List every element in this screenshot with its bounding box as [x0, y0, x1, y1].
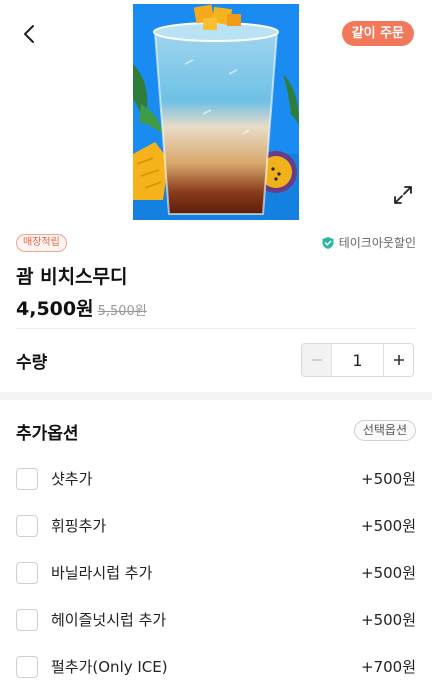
option-name: 펄추가(Only ICE): [51, 658, 168, 676]
quantity-value: 1: [352, 350, 363, 370]
decrease-quantity-button[interactable]: [302, 344, 332, 376]
increase-quantity-button[interactable]: [383, 344, 413, 376]
quantity-label: 수량: [16, 353, 48, 373]
shield-check-icon: [322, 237, 334, 249]
divider: [16, 328, 416, 329]
product-image: [133, 4, 299, 220]
option-checkbox[interactable]: [16, 608, 38, 631]
price-row: 4,500원 5,500원: [16, 294, 147, 321]
options-list: 샷추가 +500원 휘핑추가 +500원 바닐라시럽 추가 +500원 헤이즐넛…: [16, 455, 416, 690]
option-price: +500원: [361, 564, 416, 582]
sale-price: 4,500원: [16, 298, 94, 320]
option-name: 바닐라시럽 추가: [51, 564, 153, 582]
option-checkbox[interactable]: [16, 561, 38, 584]
product-hero: 같이 주문: [0, 0, 432, 220]
list-item[interactable]: 샷추가 +500원: [16, 455, 416, 502]
list-item[interactable]: 바닐라시럽 추가 +500원: [16, 549, 416, 596]
expand-image-button[interactable]: [392, 184, 414, 206]
option-name: 샷추가: [51, 470, 93, 488]
chevron-left-icon: [24, 25, 34, 43]
list-item[interactable]: 휘핑추가 +500원: [16, 502, 416, 549]
takeout-discount-label: 테이크아웃할인: [338, 236, 416, 250]
section-divider: [0, 392, 432, 400]
options-title: 추가옵션: [16, 424, 79, 444]
product-title: 괌 비치스무디: [16, 266, 128, 288]
takeout-discount-badge: 테이크아웃할인: [321, 234, 416, 252]
optional-badge: 선택옵션: [353, 420, 416, 441]
option-price: +500원: [361, 611, 416, 629]
expand-icon: [394, 186, 412, 204]
option-checkbox[interactable]: [16, 655, 38, 678]
store-reward-badge: 매장적립: [16, 234, 67, 252]
minus-icon: [311, 359, 322, 361]
option-price: +500원: [361, 470, 416, 488]
option-name: 휘핑추가: [51, 517, 107, 535]
plus-icon: [393, 355, 404, 365]
back-button[interactable]: [18, 22, 42, 46]
quantity-stepper: 1: [301, 343, 414, 377]
option-checkbox[interactable]: [16, 514, 38, 537]
option-name: 헤이즐넛시럽 추가: [51, 611, 167, 629]
product-badges: 매장적립 테이크아웃할인: [16, 232, 416, 254]
option-price: +700원: [361, 658, 416, 676]
list-item[interactable]: 펄추가(Only ICE) +700원: [16, 643, 416, 690]
option-checkbox[interactable]: [16, 467, 38, 490]
option-price: +500원: [361, 517, 416, 535]
original-price: 5,500원: [97, 304, 147, 319]
list-item[interactable]: 헤이즐넛시럽 추가 +500원: [16, 596, 416, 643]
group-order-button[interactable]: 같이 주문: [341, 21, 414, 46]
